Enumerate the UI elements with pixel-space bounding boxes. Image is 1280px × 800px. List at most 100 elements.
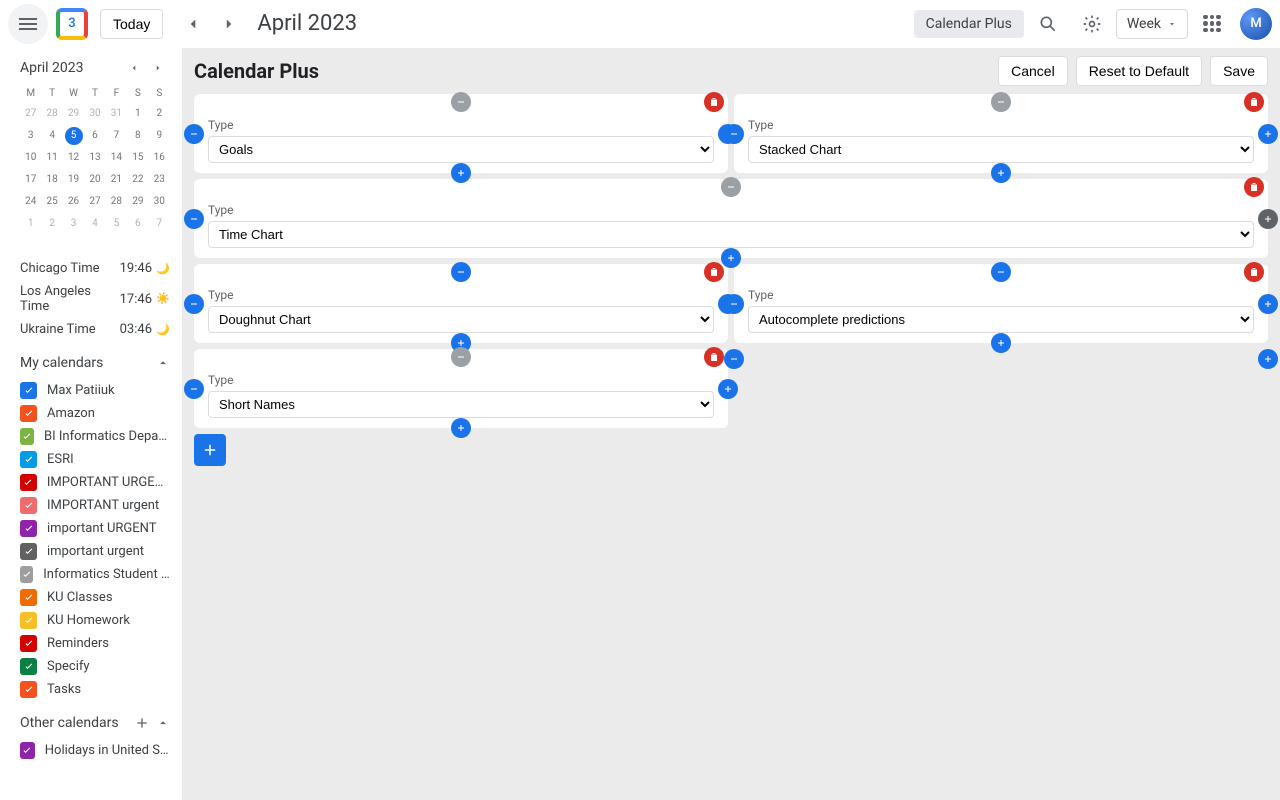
- mini-day[interactable]: 19: [63, 169, 84, 191]
- add-below-button[interactable]: [721, 248, 741, 268]
- mini-day[interactable]: 8: [127, 125, 148, 147]
- delete-button[interactable]: [704, 347, 724, 367]
- mini-next-button[interactable]: [146, 56, 170, 80]
- calendar-plus-button[interactable]: Calendar Plus: [914, 10, 1024, 38]
- calendar-item[interactable]: important urgent: [20, 540, 170, 563]
- add-below-button[interactable]: [991, 333, 1011, 353]
- mini-day[interactable]: 27: [20, 103, 41, 125]
- remove-left-button[interactable]: [184, 209, 204, 229]
- mini-day[interactable]: 6: [84, 125, 105, 147]
- add-right-button[interactable]: [1258, 294, 1278, 314]
- collapse-button[interactable]: [451, 262, 471, 282]
- calendar-item[interactable]: Tasks: [20, 678, 170, 701]
- view-selector[interactable]: Week: [1116, 9, 1188, 39]
- type-select[interactable]: Time Chart: [208, 221, 1254, 248]
- mini-day[interactable]: 29: [127, 191, 148, 213]
- account-avatar[interactable]: M: [1240, 8, 1272, 40]
- calendar-checkbox[interactable]: [20, 589, 37, 606]
- mini-day[interactable]: 24: [20, 191, 41, 213]
- collapse-button[interactable]: [451, 347, 471, 367]
- today-button[interactable]: Today: [100, 9, 163, 39]
- calendar-item[interactable]: Specify: [20, 655, 170, 678]
- mini-day[interactable]: 4: [84, 213, 105, 235]
- calendar-item[interactable]: BI Informatics Department: [20, 425, 170, 448]
- remove-left-button[interactable]: [724, 124, 744, 144]
- calendar-checkbox[interactable]: [20, 658, 37, 675]
- mini-day[interactable]: 2: [41, 213, 62, 235]
- calendar-checkbox[interactable]: [20, 543, 37, 560]
- add-below-button[interactable]: [451, 163, 471, 183]
- collapse-button[interactable]: [991, 262, 1011, 282]
- add-right-button[interactable]: [1258, 124, 1278, 144]
- plus-icon[interactable]: [134, 715, 150, 731]
- calendar-checkbox[interactable]: [20, 681, 37, 698]
- mini-day[interactable]: 26: [63, 191, 84, 213]
- calendar-checkbox[interactable]: [20, 520, 37, 537]
- calendar-checkbox[interactable]: [20, 612, 37, 629]
- mini-day[interactable]: 13: [84, 147, 105, 169]
- calendar-checkbox[interactable]: [20, 382, 37, 399]
- mini-day[interactable]: 28: [41, 103, 62, 125]
- calendar-item[interactable]: KU Classes: [20, 586, 170, 609]
- add-below-button[interactable]: [451, 418, 471, 438]
- calendar-checkbox[interactable]: [20, 405, 37, 422]
- calendar-checkbox[interactable]: [20, 497, 37, 514]
- calendar-item[interactable]: Amazon: [20, 402, 170, 425]
- mini-day[interactable]: 11: [41, 147, 62, 169]
- type-select[interactable]: Stacked Chart: [748, 136, 1254, 163]
- calendar-item[interactable]: Reminders: [20, 632, 170, 655]
- collapse-button[interactable]: [991, 92, 1011, 112]
- mini-day[interactable]: 1: [127, 103, 148, 125]
- calendar-item[interactable]: important URGENT: [20, 517, 170, 540]
- prev-period-button[interactable]: [177, 8, 209, 40]
- mini-day[interactable]: 1: [20, 213, 41, 235]
- mini-day[interactable]: 16: [149, 147, 170, 169]
- mini-day[interactable]: 7: [106, 125, 127, 147]
- add-right-button[interactable]: [718, 379, 738, 399]
- mini-day[interactable]: 5: [63, 125, 84, 147]
- remove-left-button[interactable]: [184, 124, 204, 144]
- search-button[interactable]: [1028, 4, 1068, 44]
- collapse-button[interactable]: [721, 177, 741, 197]
- calendar-checkbox[interactable]: [20, 566, 33, 583]
- type-select[interactable]: Autocomplete predictions: [748, 306, 1254, 333]
- apps-button[interactable]: [1192, 4, 1232, 44]
- main-menu-button[interactable]: [8, 4, 48, 44]
- delete-button[interactable]: [1244, 262, 1264, 282]
- mini-day[interactable]: 4: [41, 125, 62, 147]
- calendar-checkbox[interactable]: [20, 474, 37, 491]
- settings-button[interactable]: [1072, 4, 1112, 44]
- mini-day[interactable]: 25: [41, 191, 62, 213]
- add-below-button[interactable]: [991, 163, 1011, 183]
- mini-day[interactable]: 12: [63, 147, 84, 169]
- mini-day[interactable]: 10: [20, 147, 41, 169]
- type-select[interactable]: Goals: [208, 136, 714, 163]
- mini-day[interactable]: 22: [127, 169, 148, 191]
- collapse-button[interactable]: [451, 92, 471, 112]
- remove-left-button[interactable]: [184, 294, 204, 314]
- my-calendars-header[interactable]: My calendars: [20, 355, 170, 371]
- calendar-checkbox[interactable]: [20, 451, 37, 468]
- mini-day[interactable]: 5: [106, 213, 127, 235]
- add-right-button[interactable]: [1258, 209, 1278, 229]
- calendar-checkbox[interactable]: [20, 635, 37, 652]
- mini-day[interactable]: 21: [106, 169, 127, 191]
- type-select[interactable]: Doughnut Chart: [208, 306, 714, 333]
- remove-left-button[interactable]: [724, 294, 744, 314]
- mini-day[interactable]: 31: [106, 103, 127, 125]
- calendar-item[interactable]: KU Homework: [20, 609, 170, 632]
- mini-day[interactable]: 18: [41, 169, 62, 191]
- mini-day[interactable]: 30: [149, 191, 170, 213]
- mini-day[interactable]: 23: [149, 169, 170, 191]
- mini-day[interactable]: 14: [106, 147, 127, 169]
- mini-prev-button[interactable]: [122, 56, 146, 80]
- reset-button[interactable]: Reset to Default: [1076, 56, 1202, 86]
- cancel-button[interactable]: Cancel: [998, 56, 1068, 86]
- calendar-item[interactable]: ESRI: [20, 448, 170, 471]
- calendar-item[interactable]: IMPORTANT urgent: [20, 494, 170, 517]
- mini-day[interactable]: 17: [20, 169, 41, 191]
- delete-button[interactable]: [1244, 92, 1264, 112]
- add-right-button[interactable]: [1258, 349, 1278, 369]
- add-row-button[interactable]: [194, 434, 226, 466]
- delete-button[interactable]: [1244, 177, 1264, 197]
